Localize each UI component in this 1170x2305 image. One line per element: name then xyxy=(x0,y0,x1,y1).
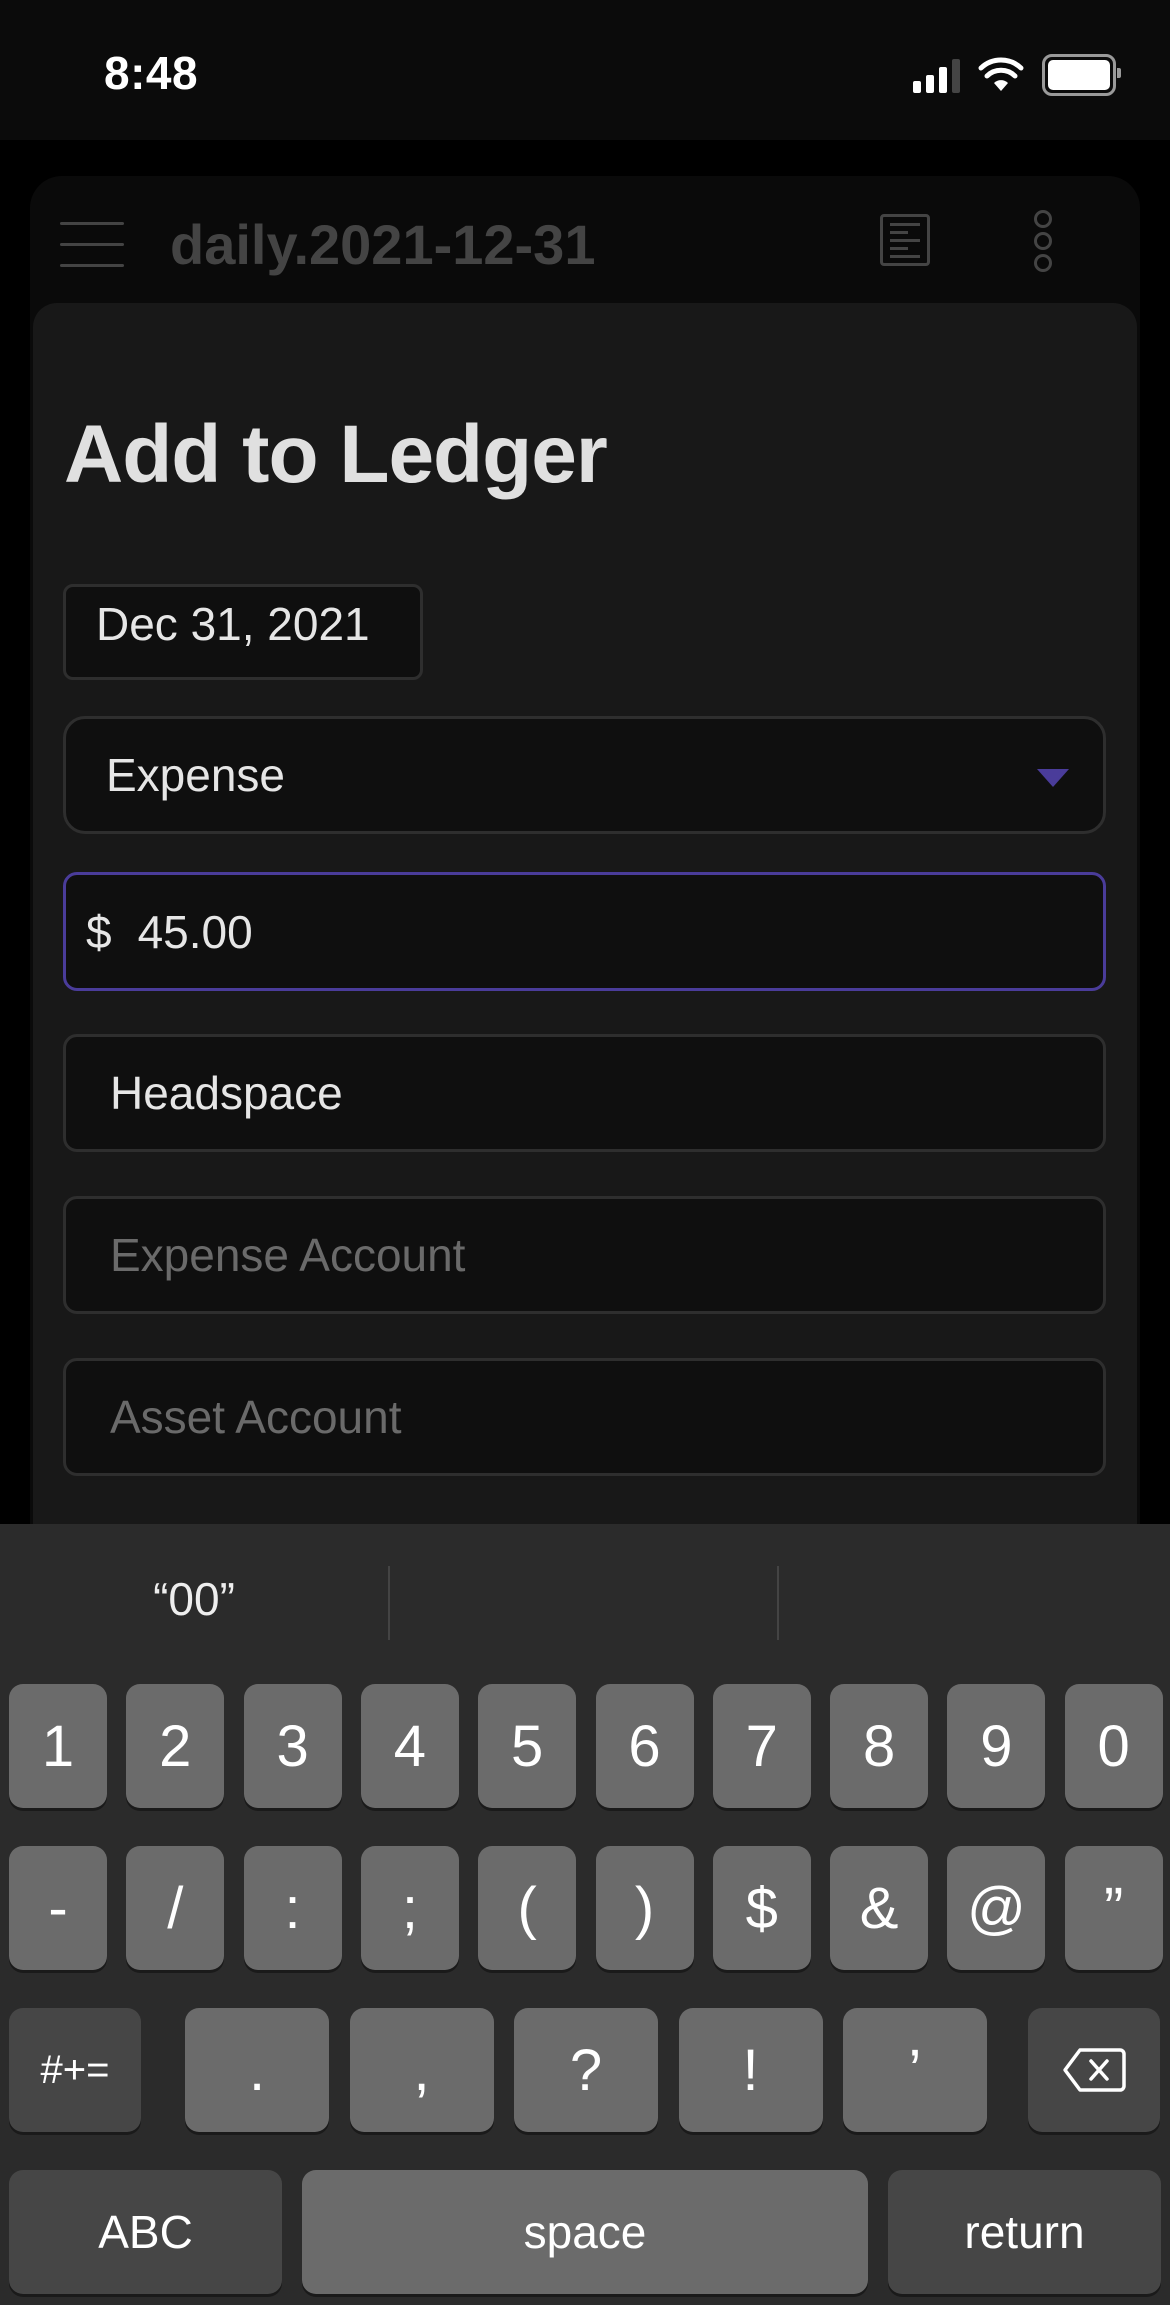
key[interactable]: 7 xyxy=(712,1684,811,1808)
key[interactable]: ( xyxy=(478,1846,577,1970)
status-icons xyxy=(913,54,1121,96)
wifi-icon xyxy=(978,57,1024,91)
key-space[interactable]: space xyxy=(302,2170,868,2294)
suggestion-2[interactable] xyxy=(390,1524,778,1674)
suggestion-bar: “00” xyxy=(0,1524,1170,1674)
hamburger-menu-icon[interactable] xyxy=(60,222,124,285)
suggestion-1[interactable]: “00” xyxy=(0,1524,388,1674)
document-title: daily.2021-12-31 xyxy=(170,213,596,276)
transaction-type-value: Expense xyxy=(106,749,286,801)
payee-value: Headspace xyxy=(110,1067,343,1119)
expense-account-input[interactable]: Expense Account xyxy=(63,1196,1106,1314)
date-field[interactable]: Dec 31, 2021 xyxy=(63,584,423,680)
key[interactable]: ) xyxy=(595,1846,694,1970)
key-return[interactable]: return xyxy=(888,2170,1161,2294)
key[interactable]: @ xyxy=(947,1846,1046,1970)
key[interactable]: 4 xyxy=(360,1684,459,1808)
key[interactable]: : xyxy=(243,1846,342,1970)
currency-symbol: $ xyxy=(86,905,112,958)
transaction-type-select[interactable]: Expense xyxy=(63,716,1106,834)
key[interactable]: 2 xyxy=(126,1684,225,1808)
key[interactable]: & xyxy=(830,1846,929,1970)
asset-account-placeholder: Asset Account xyxy=(110,1391,402,1443)
key[interactable]: $ xyxy=(712,1846,811,1970)
backspace-icon xyxy=(1063,2048,1126,2092)
key-symbols-toggle[interactable]: #+= xyxy=(9,2008,141,2132)
key[interactable]: ’ xyxy=(843,2008,987,2132)
battery-icon xyxy=(1042,54,1121,96)
asset-account-input[interactable]: Asset Account xyxy=(63,1358,1106,1476)
key[interactable]: ! xyxy=(678,2008,823,2132)
amount-input[interactable]: $ 45.00 xyxy=(63,872,1106,991)
key-abc[interactable]: ABC xyxy=(9,2170,282,2294)
more-vertical-icon[interactable] xyxy=(1034,210,1052,276)
amount-value: 45.00 xyxy=(137,905,253,958)
keyboard: “00” #+= ABC space return 1 2 3 4 5 6 7 8 9 0 - /:;… xyxy=(0,1524,1170,2305)
key[interactable]: 5 xyxy=(478,1684,577,1808)
key[interactable]: 6 xyxy=(595,1684,694,1808)
key[interactable]: . xyxy=(185,2008,329,2132)
signal-icon xyxy=(913,57,960,93)
key[interactable]: - xyxy=(9,1846,107,1970)
key-backspace[interactable] xyxy=(1028,2008,1160,2132)
sheet-title: Add to Ledger xyxy=(64,409,608,500)
status-bar: 8:48 xyxy=(0,0,1170,140)
key[interactable]: ; xyxy=(360,1846,459,1970)
status-time: 8:48 xyxy=(104,47,199,99)
document-outline-icon[interactable] xyxy=(880,214,930,266)
suggestion-3[interactable] xyxy=(779,1524,1167,1674)
key[interactable]: ? xyxy=(514,2008,658,2132)
dropdown-arrow-icon xyxy=(1037,769,1069,787)
key[interactable]: , xyxy=(349,2008,494,2132)
key[interactable]: 9 xyxy=(947,1684,1046,1808)
expense-account-placeholder: Expense Account xyxy=(110,1229,466,1281)
payee-input[interactable]: Headspace xyxy=(63,1034,1106,1152)
key[interactable]: / xyxy=(126,1846,225,1970)
key[interactable]: 0 xyxy=(1064,1684,1163,1808)
key[interactable]: ” xyxy=(1064,1846,1163,1970)
date-value: Dec 31, 2021 xyxy=(96,598,370,650)
key[interactable]: 1 xyxy=(9,1684,107,1808)
key[interactable]: 3 xyxy=(243,1684,342,1808)
key[interactable]: 8 xyxy=(830,1684,929,1808)
